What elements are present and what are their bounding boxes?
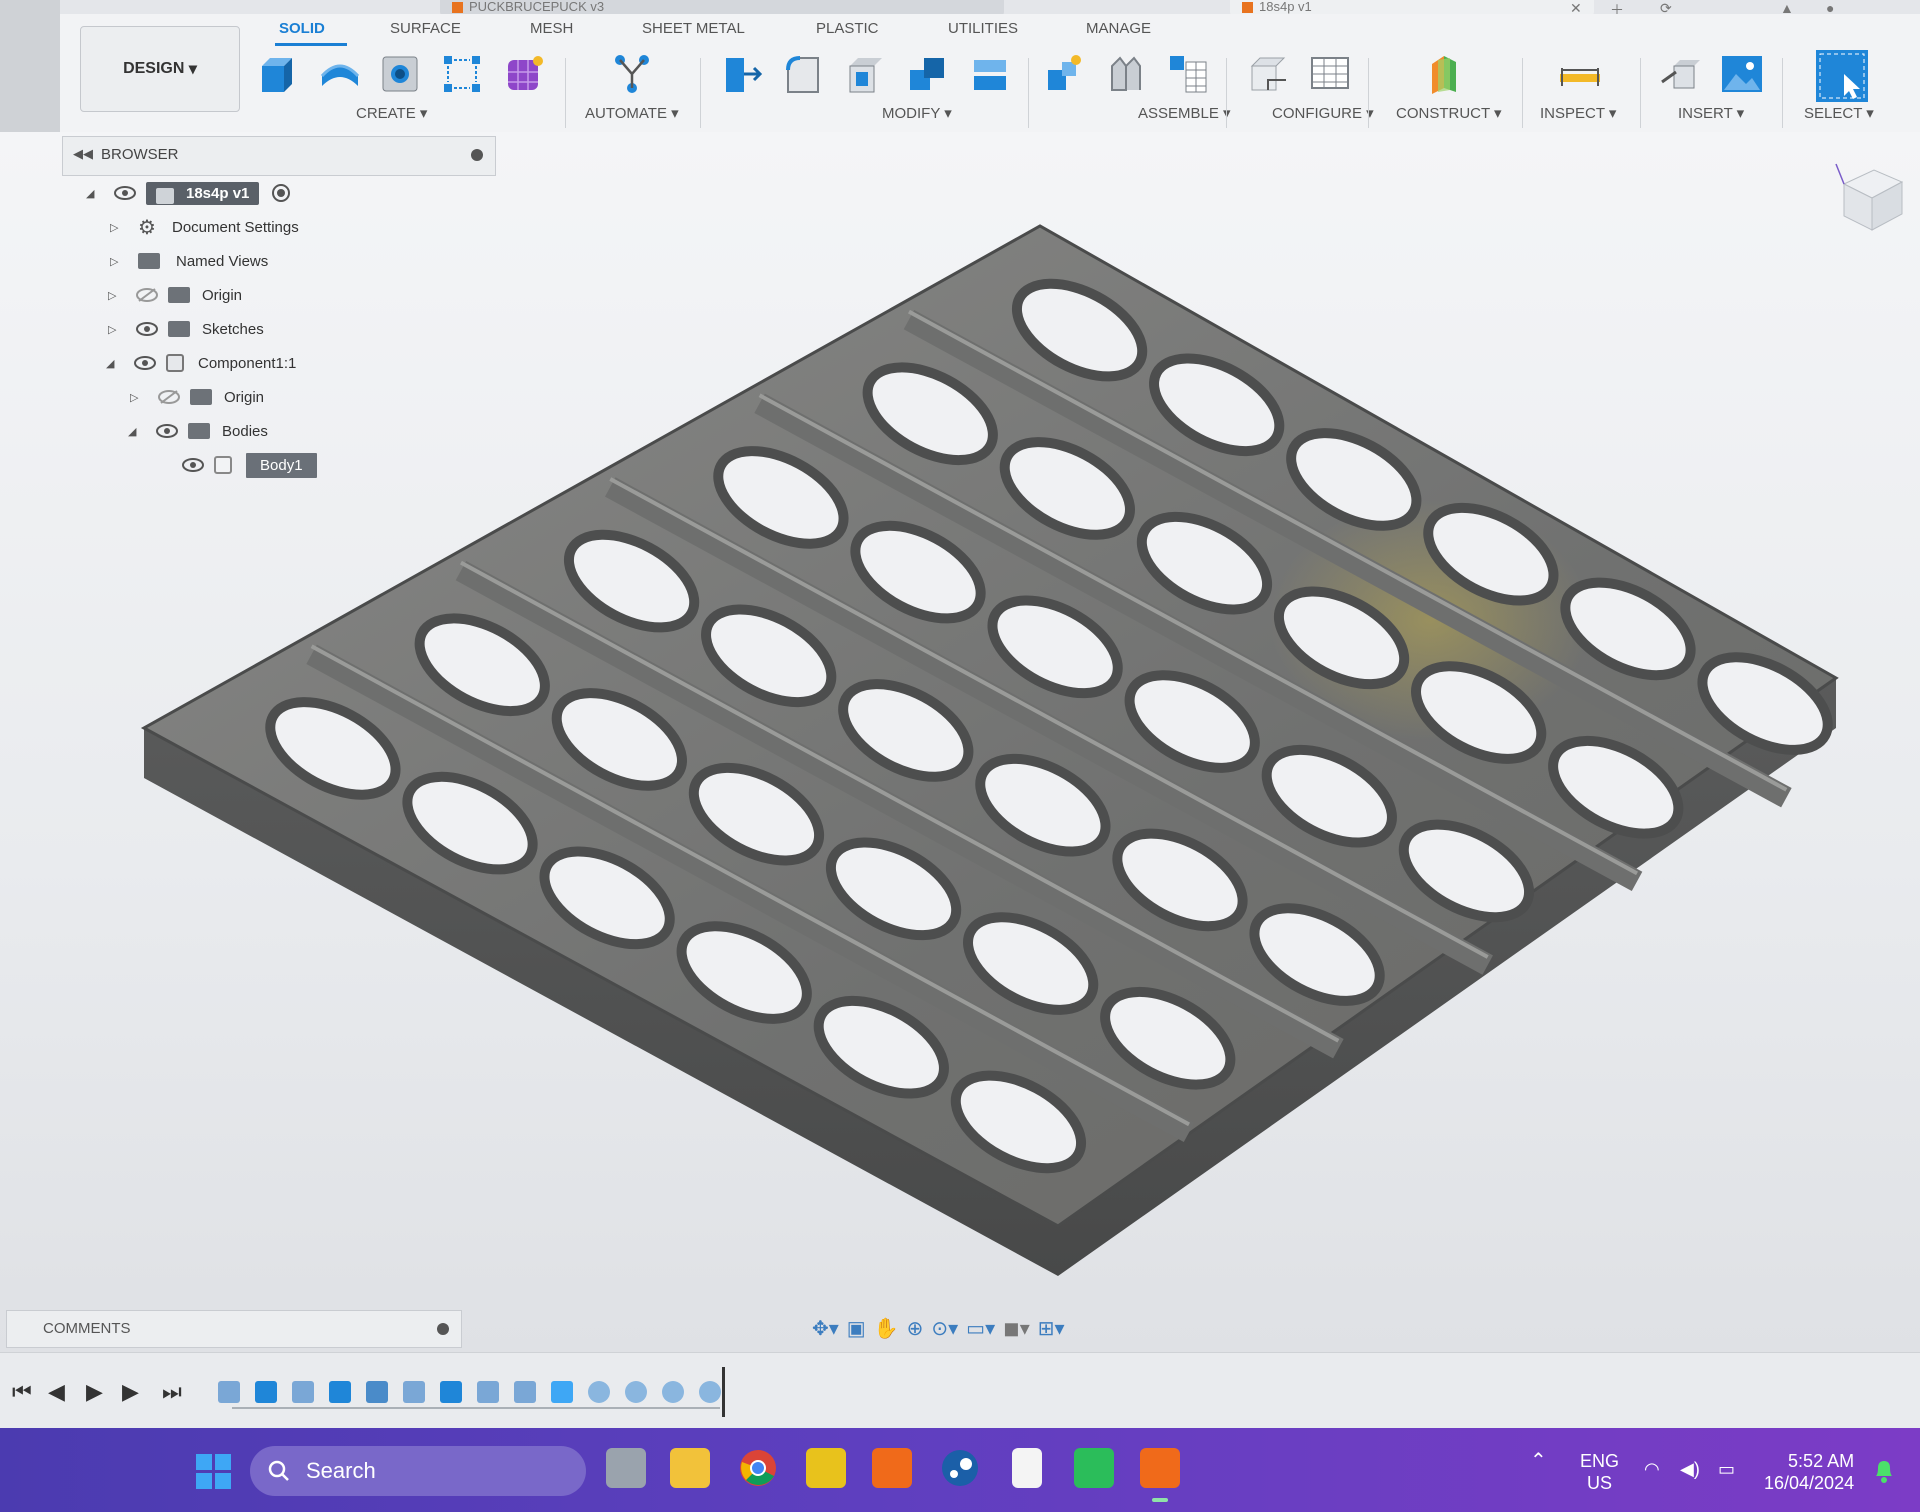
timeline-feature-icon[interactable]: [625, 1381, 647, 1403]
root-document-label[interactable]: 18s4p v1: [146, 181, 260, 205]
browser-item-document-settings[interactable]: ▷ ⚙ Document Settings: [110, 212, 299, 242]
zoom-icon[interactable]: ⊕: [907, 1316, 924, 1341]
clock[interactable]: 5:52 AM 16/04/2024: [1764, 1450, 1854, 1494]
timeline-track: [232, 1407, 720, 1409]
app-icon-yellow[interactable]: [806, 1448, 846, 1488]
timeline-feature-icon[interactable]: [218, 1381, 240, 1403]
browser-item-bodies[interactable]: ◢ Bodies: [128, 416, 268, 446]
browser-item-sketches[interactable]: ▷ Sketches: [108, 314, 264, 344]
expand-arrow-icon[interactable]: ◢: [106, 357, 120, 370]
gear-icon: ⚙: [138, 216, 156, 239]
language-indicator[interactable]: ENG US: [1580, 1450, 1619, 1494]
browser-root-item[interactable]: ◢ 18s4p v1: [86, 178, 291, 208]
taskbar-search[interactable]: Search: [250, 1446, 586, 1496]
pan-hand-icon[interactable]: ✋: [874, 1316, 899, 1341]
visibility-eye-icon[interactable]: [114, 186, 136, 200]
timeline-feature-icon[interactable]: [514, 1381, 536, 1403]
volume-icon[interactable]: ◀): [1680, 1458, 1700, 1480]
browser-item-component-origin[interactable]: ▷ Origin: [130, 382, 264, 412]
expand-arrow-icon[interactable]: ▷: [110, 255, 124, 268]
chrome-icon[interactable]: [738, 1448, 778, 1488]
folder-icon: [188, 423, 210, 439]
folder-icon: [168, 287, 190, 303]
timeline-feature-icon[interactable]: [477, 1381, 499, 1403]
visibility-eye-icon[interactable]: [182, 458, 204, 472]
step-back-icon[interactable]: ◀: [48, 1379, 65, 1405]
timeline-feature-icon[interactable]: [699, 1381, 721, 1403]
start-button[interactable]: [196, 1454, 232, 1490]
visibility-eye-icon[interactable]: [134, 356, 156, 370]
body-icon: [214, 456, 232, 474]
expand-arrow-icon[interactable]: ◢: [86, 187, 100, 200]
notepad-icon[interactable]: [1012, 1448, 1042, 1488]
look-at-icon[interactable]: ▣: [847, 1316, 866, 1341]
expand-arrow-icon[interactable]: ▷: [110, 221, 124, 234]
activate-radio-icon[interactable]: [271, 183, 291, 203]
hidden-eye-icon[interactable]: [158, 390, 180, 404]
go-to-start-icon[interactable]: ⏮: [12, 1379, 32, 1405]
windows-taskbar: Search ⌃ ENG US ◠ ◀) ▭ 5:52 AM 16/04/2024: [0, 1428, 1920, 1512]
visibility-eye-icon[interactable]: [136, 322, 158, 336]
file-explorer-icon[interactable]: [670, 1448, 710, 1488]
wifi-icon[interactable]: ◠: [1644, 1458, 1660, 1480]
expand-arrow-icon[interactable]: ▷: [130, 391, 144, 404]
comments-panel[interactable]: COMMENTS: [6, 1310, 462, 1348]
play-icon[interactable]: ▶: [86, 1379, 103, 1405]
fusion-360-active-icon[interactable]: [1140, 1448, 1180, 1488]
add-comment-icon[interactable]: [437, 1323, 449, 1335]
timeline-feature-icon[interactable]: [588, 1381, 610, 1403]
task-view-icon[interactable]: [606, 1448, 646, 1488]
document-icon: [156, 187, 174, 204]
chevron-up-icon[interactable]: ⌃: [1530, 1450, 1547, 1472]
browser-item-component[interactable]: ◢ Component1:1: [106, 348, 296, 378]
view-cube[interactable]: [1830, 160, 1910, 240]
grid-settings-icon[interactable]: ◼▾: [1003, 1316, 1030, 1341]
collapse-browser-icon[interactable]: ◀◀: [73, 146, 93, 162]
component-icon: [166, 354, 184, 372]
navigation-toolbar: ✥▾ ▣ ✋ ⊕ ⊙▾ ▭▾ ◼▾ ⊞▾: [812, 1310, 1172, 1346]
search-icon: [268, 1460, 289, 1481]
app-icon-green[interactable]: [1074, 1448, 1114, 1488]
timeline-feature-icon[interactable]: [329, 1381, 351, 1403]
fit-icon[interactable]: ⊙▾: [931, 1316, 958, 1341]
folder-icon: [138, 253, 160, 269]
notification-bell-icon[interactable]: [1872, 1458, 1896, 1484]
browser-item-body1[interactable]: Body1: [182, 450, 317, 480]
pin-icon[interactable]: [471, 149, 483, 161]
timeline-feature-icon[interactable]: [366, 1381, 388, 1403]
expand-arrow-icon[interactable]: ▷: [108, 289, 122, 302]
display-settings-icon[interactable]: ▭▾: [966, 1316, 995, 1341]
hidden-eye-icon[interactable]: [136, 288, 158, 302]
active-app-indicator: [1152, 1498, 1168, 1502]
browser-item-named-views[interactable]: ▷ Named Views: [110, 246, 268, 276]
fusion-360-icon[interactable]: [872, 1448, 912, 1488]
timeline-bar: ⏮ ◀ ▶ ▶ ⏭: [0, 1352, 1920, 1429]
browser-panel-header[interactable]: ◀◀ BROWSER: [62, 136, 496, 176]
battery-icon[interactable]: ▭: [1718, 1458, 1735, 1480]
folder-icon: [190, 389, 212, 405]
visibility-eye-icon[interactable]: [156, 424, 178, 438]
step-forward-icon[interactable]: ▶: [122, 1379, 139, 1405]
timeline-feature-icon[interactable]: [440, 1381, 462, 1403]
go-to-end-icon[interactable]: ⏭: [162, 1379, 182, 1405]
orbit-icon[interactable]: ✥▾: [812, 1316, 839, 1341]
viewports-icon[interactable]: ⊞▾: [1038, 1316, 1065, 1341]
timeline-feature-icon[interactable]: [662, 1381, 684, 1403]
timeline-feature-icon[interactable]: [255, 1381, 277, 1403]
steam-icon[interactable]: [940, 1448, 980, 1488]
timeline-feature-icon[interactable]: [551, 1381, 573, 1403]
timeline-feature-icon[interactable]: [403, 1381, 425, 1403]
timeline-marker[interactable]: [722, 1367, 725, 1417]
timeline-feature-icon[interactable]: [292, 1381, 314, 1403]
browser-item-origin[interactable]: ▷ Origin: [108, 280, 242, 310]
folder-icon: [168, 321, 190, 337]
expand-arrow-icon[interactable]: ▷: [108, 323, 122, 336]
expand-arrow-icon[interactable]: ◢: [128, 425, 142, 438]
